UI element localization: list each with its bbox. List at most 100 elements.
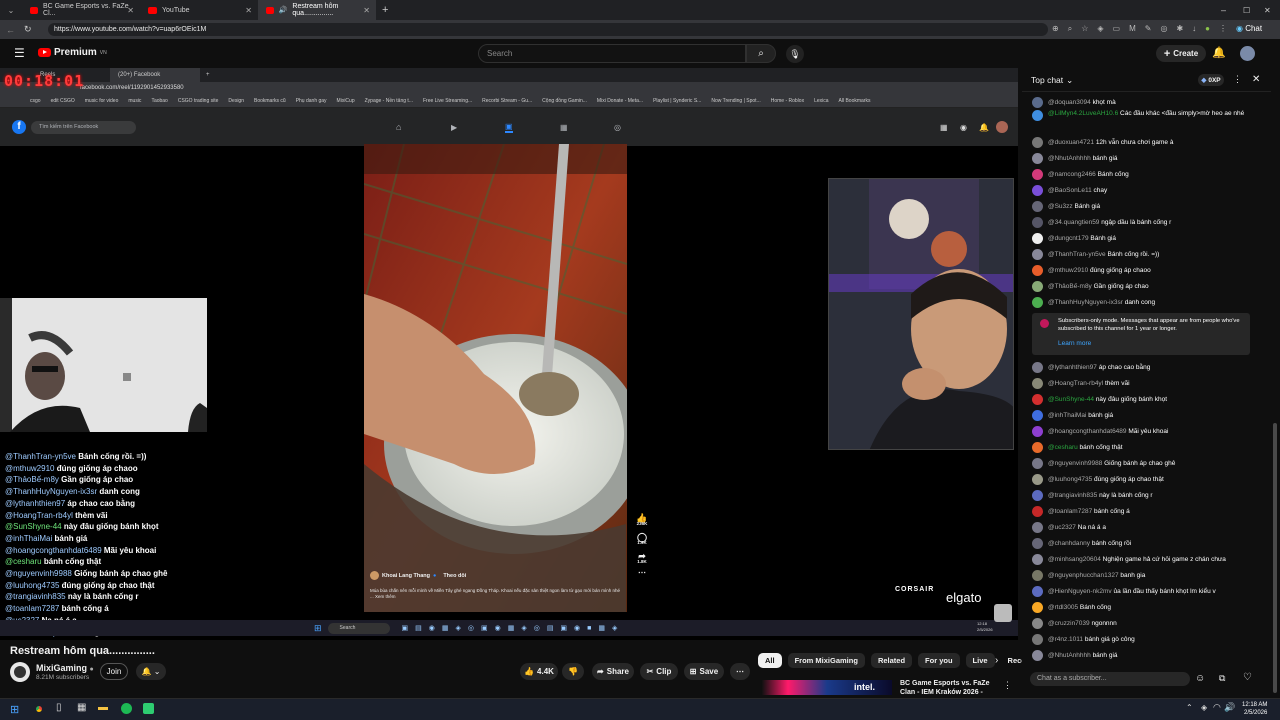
menu-dots-icon[interactable]: ⋮ xyxy=(1219,24,1227,34)
chat-author[interactable]: @34.quangtien59 xyxy=(1048,219,1099,226)
chat-message[interactable]: @namcong2466 Bánh cống xyxy=(1032,166,1268,182)
chat-message[interactable]: @dungcnt179 Bánh giá xyxy=(1032,230,1268,246)
chat-author[interactable]: @Su3zz xyxy=(1048,203,1073,210)
chat-close-icon[interactable]: ✕ xyxy=(1252,74,1260,85)
chat-extension-button[interactable]: ◉ Chat xyxy=(1236,24,1262,34)
puzzle-icon[interactable]: ✱ xyxy=(1176,24,1183,34)
recommended-more-icon[interactable]: ⋮ xyxy=(1003,680,1012,691)
minimize-icon[interactable]: – xyxy=(1221,5,1226,15)
hamburger-menu-icon[interactable]: ☰ xyxy=(14,46,25,60)
extension-icon[interactable]: ✎ xyxy=(1145,24,1152,34)
extension-icon[interactable]: M xyxy=(1129,24,1136,34)
zoom-icon[interactable]: ⌕ xyxy=(1068,24,1072,34)
chat-message[interactable]: @cesharu bánh cống thật xyxy=(1032,439,1268,455)
chat-message[interactable]: @hoangcongthanhdat6489 Mãi yêu khoai xyxy=(1032,423,1268,439)
video-player[interactable]: Reels (20+) Facebook + facebook.com/reel… xyxy=(0,68,1018,640)
chat-author[interactable]: @doquan3094 xyxy=(1048,99,1091,106)
chat-author[interactable]: @rtdl3005 xyxy=(1048,604,1078,611)
channel-avatar[interactable] xyxy=(10,662,30,682)
system-clock[interactable]: 12:18 AM 2/5/2026 xyxy=(1242,701,1267,717)
chip-scroll-right-icon[interactable]: › xyxy=(995,655,998,666)
chat-message[interactable]: @doquan3094 khọt mà xyxy=(1032,94,1268,110)
file-icon[interactable]: ▯ xyxy=(56,702,62,713)
chat-message[interactable]: @ThanhHuyNguyen-ix3sr danh cong xyxy=(1032,294,1268,310)
recommended-title[interactable]: BC Game Esports vs. FaZe Clan - IEM Krak… xyxy=(900,679,995,695)
chip-for-you[interactable]: For you xyxy=(918,653,960,668)
wifi-icon[interactable]: ◠ xyxy=(1213,702,1221,713)
chat-message[interactable]: @nguyenphucchan1327 banh gia xyxy=(1032,567,1268,583)
chat-message[interactable]: @HienNguyen-nk2mv ủa lần đầu thấy bánh k… xyxy=(1032,583,1268,599)
volume-icon[interactable]: 🔊 xyxy=(1224,702,1235,713)
chip-live[interactable]: Live xyxy=(965,653,995,668)
chat-author[interactable]: @luuhong4735 xyxy=(1048,476,1092,483)
heart-icon[interactable]: ♡ xyxy=(1243,672,1252,683)
profile-icon[interactable]: ● xyxy=(1205,24,1210,34)
clip-button[interactable]: ✂ Clip xyxy=(640,663,678,680)
learn-more-link[interactable]: Learn more xyxy=(1058,340,1091,347)
chat-message[interactable]: @NhutAnhhhh bánh giá xyxy=(1032,150,1268,166)
chat-message[interactable]: @minhsang20604 Nghiện game hả cứ hỏi gam… xyxy=(1032,551,1268,567)
voice-search-button[interactable]: 🎙 xyxy=(786,45,804,63)
chat-message[interactable]: @ThảoBế-m8y Gần giống áp chao xyxy=(1032,278,1268,294)
chat-message[interactable]: @trangiavinh835 này là bánh cống r xyxy=(1032,487,1268,503)
recommended-thumbnail[interactable]: intel. xyxy=(762,680,892,695)
more-actions-button[interactable]: ⋯ xyxy=(730,663,750,680)
chat-author[interactable]: @uc2327 xyxy=(1048,524,1076,531)
address-bar[interactable]: https://www.youtube.com/watch?v=uap6rOEi… xyxy=(48,23,1048,36)
chat-author[interactable]: @minhsang20604 xyxy=(1048,556,1101,563)
chat-message[interactable]: @rtdl3005 Bánh cống xyxy=(1032,599,1268,615)
chat-message[interactable]: @HoangTran-rb4yl thèm vãi xyxy=(1032,375,1268,391)
chip-all[interactable]: All xyxy=(758,653,782,668)
chat-author[interactable]: @chanhdanny xyxy=(1048,540,1090,547)
chat-message[interactable]: @r4nz.1011 bánh giá gò công xyxy=(1032,631,1268,647)
spotify-icon[interactable] xyxy=(121,703,132,714)
top-chat-dropdown[interactable]: Top chat ⌄ xyxy=(1031,75,1073,86)
reload-icon[interactable]: ↻ xyxy=(24,24,32,35)
speaker-icon[interactable]: 🔊 xyxy=(279,6,288,14)
search-input[interactable]: Search xyxy=(478,44,746,63)
chat-input[interactable]: Chat as a subscriber... xyxy=(1030,672,1190,686)
create-button[interactable]: + Create xyxy=(1156,45,1206,62)
tab-search-icon[interactable]: ⌄ xyxy=(0,6,22,15)
chat-author[interactable]: @NhutAnhhhh xyxy=(1048,652,1091,659)
tab-bc-game[interactable]: BC Game Esports vs. FaZe Cl... ✕ xyxy=(22,0,140,20)
join-button[interactable]: Join xyxy=(100,663,128,680)
chat-message[interactable]: @BaoSonLe11 chay xyxy=(1032,182,1268,198)
translate-icon[interactable]: ⊕ xyxy=(1052,24,1059,34)
share-button[interactable]: ➦ Share xyxy=(592,663,634,680)
chat-message[interactable]: @ThanhTran-yn5ve Bánh cống rồi. =)) xyxy=(1032,246,1268,262)
chat-author[interactable]: @dungcnt179 xyxy=(1048,235,1089,242)
chat-message[interactable]: @SunShyne-44 này đâu giống bánh khọt xyxy=(1032,391,1268,407)
location-icon[interactable]: ◈ xyxy=(1201,703,1207,712)
chat-author[interactable]: @cruzzin7039 xyxy=(1048,620,1090,627)
dislike-button[interactable]: 👎 xyxy=(562,663,584,680)
chat-message[interactable]: @toanlam7287 bánh cống á xyxy=(1032,503,1268,519)
chat-message[interactable]: @inhThaiMai bánh giá xyxy=(1032,407,1268,423)
chrome-icon[interactable] xyxy=(33,703,45,715)
file-explorer-icon[interactable]: ▬ xyxy=(98,702,108,713)
chat-scrollbar[interactable] xyxy=(1272,68,1278,695)
chat-message[interactable]: @chanhdanny bánh cống rồi xyxy=(1032,535,1268,551)
chat-more-icon[interactable]: ⋮ xyxy=(1233,74,1242,85)
chat-author[interactable]: @duoxuan4721 xyxy=(1048,139,1094,146)
account-avatar[interactable] xyxy=(1240,46,1255,61)
chat-author[interactable]: @HoangTran-rb4yl xyxy=(1048,380,1103,387)
points-badge[interactable]: ◆ 0XP xyxy=(1198,74,1224,86)
tab-youtube[interactable]: YouTube ✕ xyxy=(140,0,258,20)
new-tab-icon[interactable]: + xyxy=(382,4,388,16)
chat-message[interactable]: @Su3zz Bánh giá xyxy=(1032,198,1268,214)
extension-icon[interactable]: ◈ xyxy=(1097,24,1103,34)
back-icon[interactable]: ← xyxy=(6,25,15,35)
chat-author[interactable]: @LilMyn4.2LuveAH10.6 xyxy=(1048,110,1118,117)
chat-author[interactable]: @cesharu xyxy=(1048,444,1078,451)
save-button[interactable]: ⊞ Save xyxy=(684,663,724,680)
chat-author[interactable]: @r4nz.1011 xyxy=(1048,636,1083,643)
chat-author[interactable]: @hoangcongthanhdat6489 xyxy=(1048,428,1127,435)
chip-related[interactable]: Related xyxy=(870,653,913,668)
chat-scrollbar-thumb[interactable] xyxy=(1273,423,1277,693)
chat-author[interactable]: @trangiavinh835 xyxy=(1048,492,1097,499)
chat-message[interactable]: @uc2327 Na ná á a xyxy=(1032,519,1268,535)
super-chat-icon[interactable]: ⧉ xyxy=(1219,673,1225,684)
chat-author[interactable]: @nguyenphucchan1327 xyxy=(1048,572,1119,579)
tray-chevron-icon[interactable]: ⌃ xyxy=(1186,703,1193,712)
